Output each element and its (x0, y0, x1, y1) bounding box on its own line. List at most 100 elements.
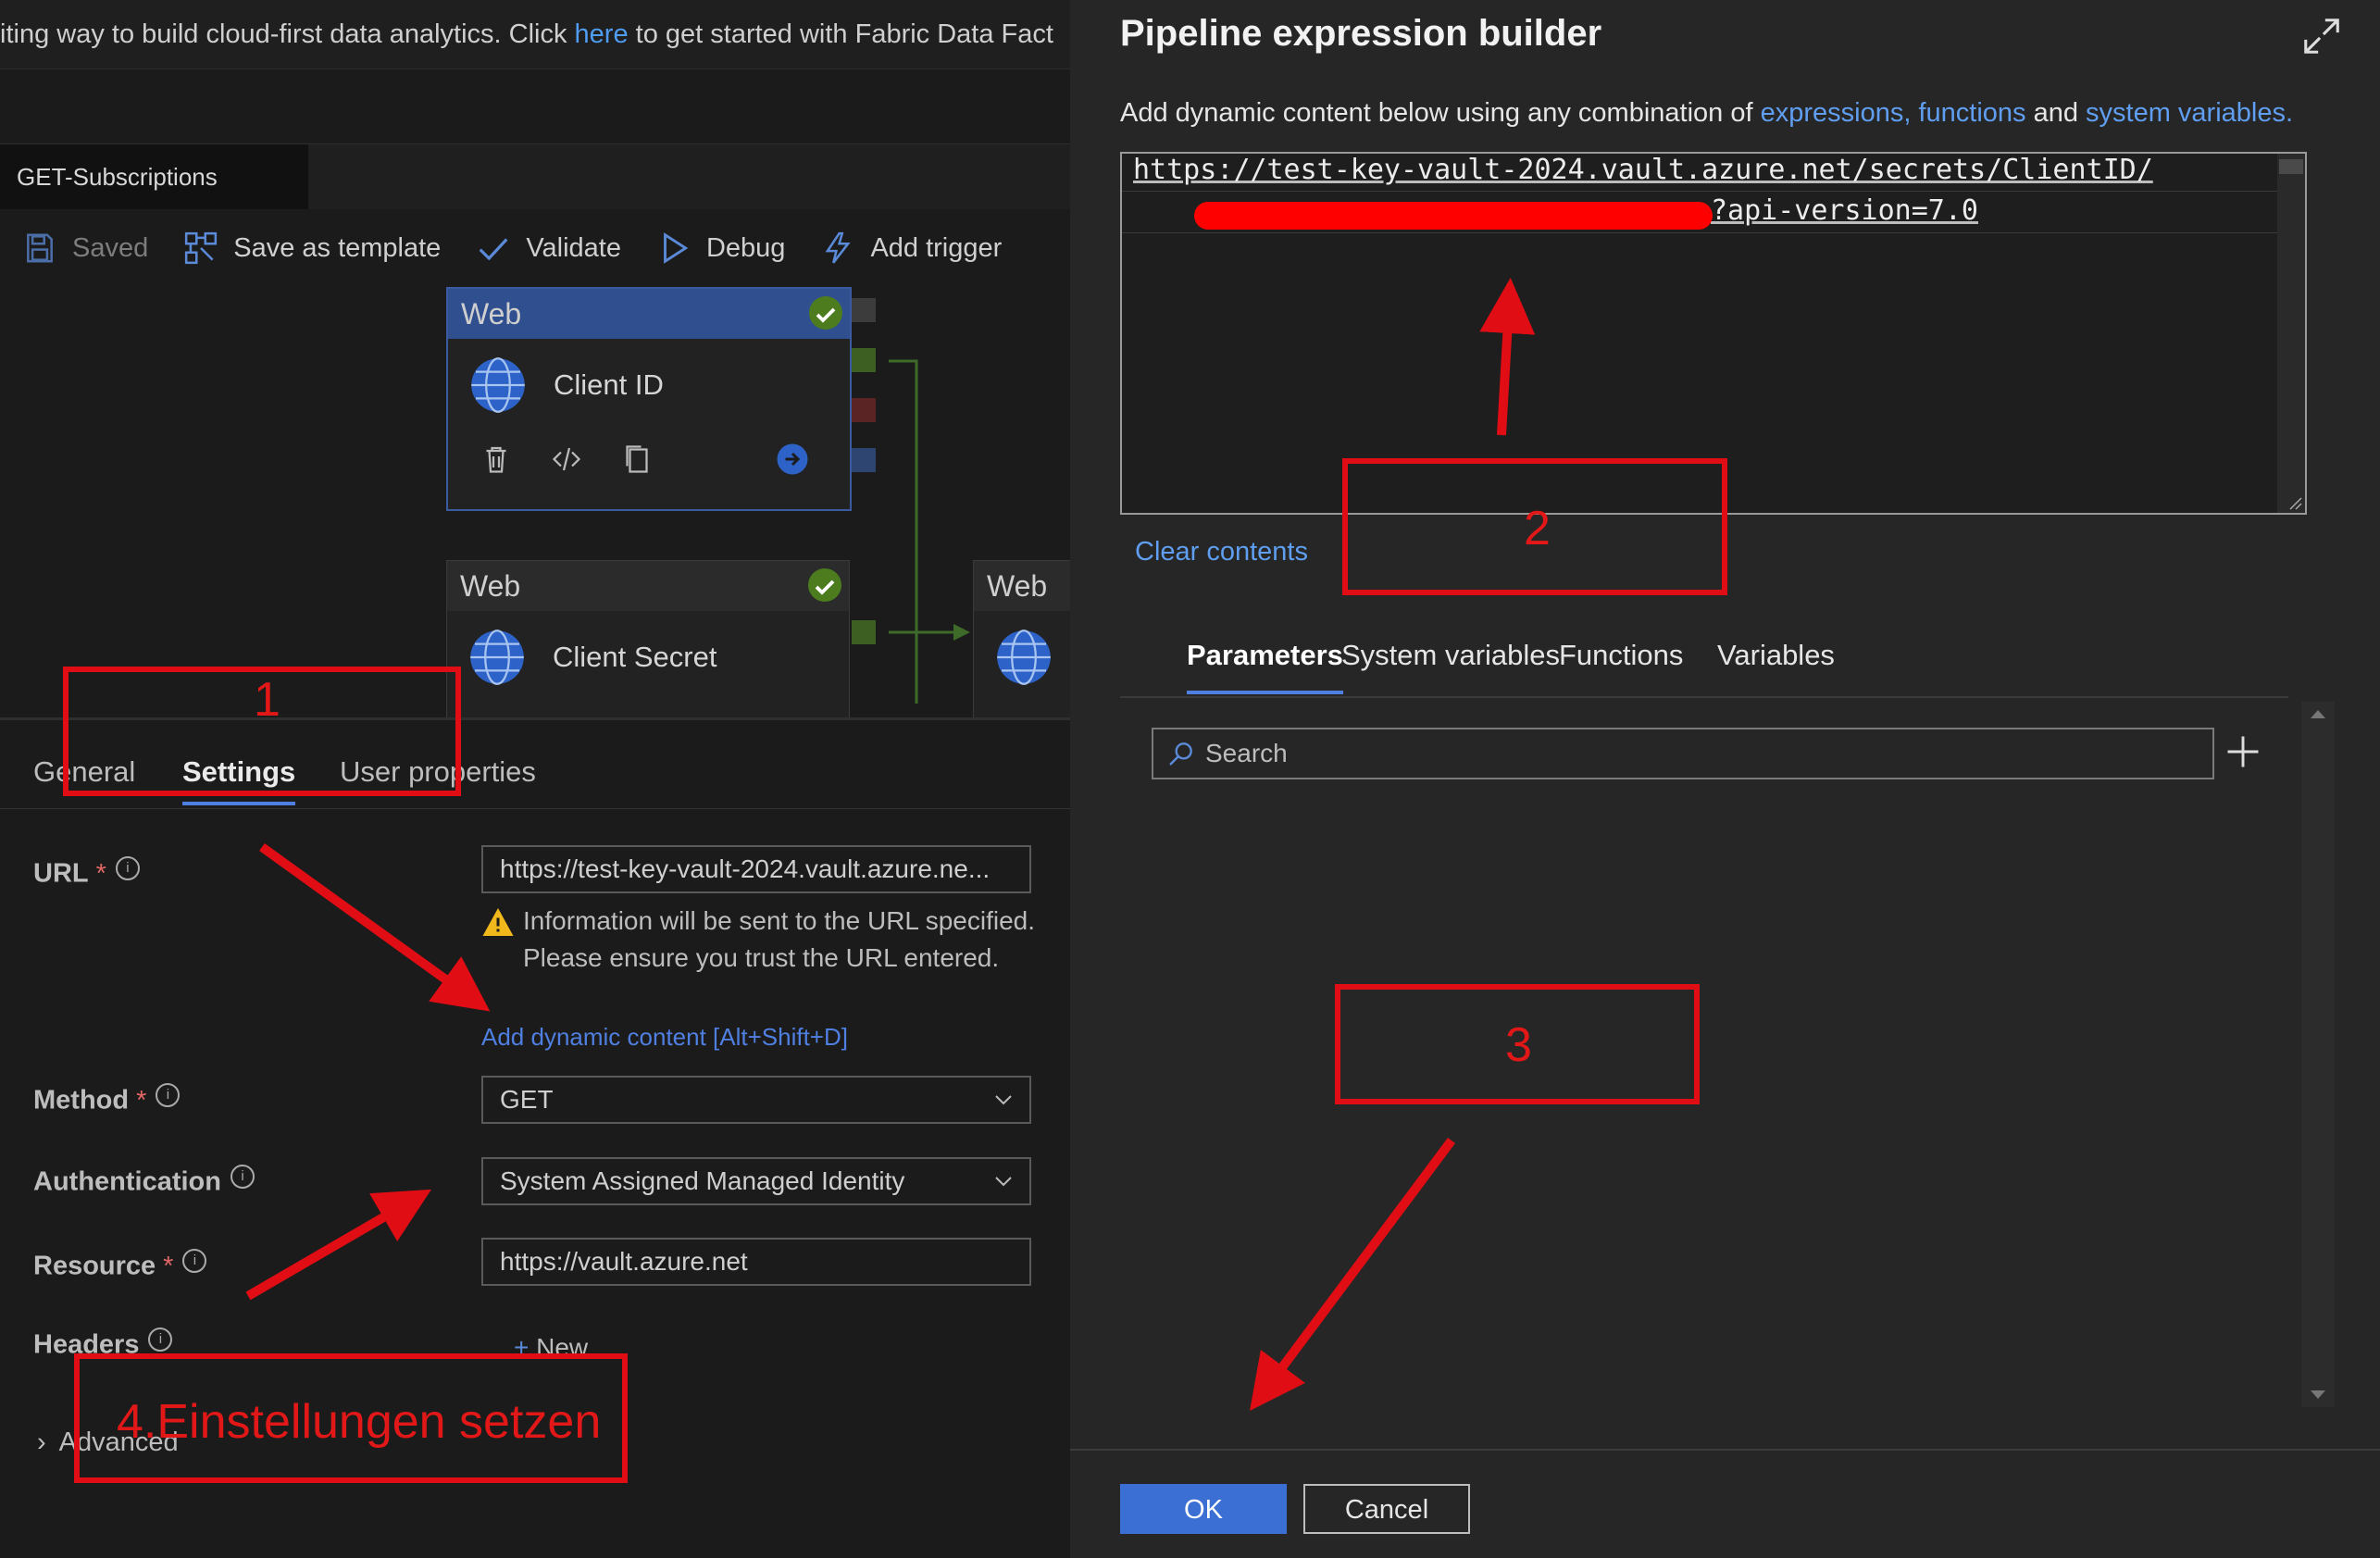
activity-web-3[interactable]: Web (973, 560, 1070, 717)
tab-variables[interactable]: Variables (1717, 639, 1835, 672)
dialog-footer: OK Cancel (1070, 1449, 2380, 1558)
globe-icon (470, 629, 524, 685)
tab-functions[interactable]: Functions (1559, 639, 1683, 672)
reference-tabs: Parameters System variables Functions Va… (1120, 639, 2288, 698)
activity-type-label: Web (447, 561, 849, 611)
editor-scrollbar[interactable] (2277, 154, 2305, 513)
info-icon: i (156, 1083, 181, 1107)
annotation-box-4: 4.Einstellungen setzen (74, 1353, 628, 1483)
info-icon: i (231, 1165, 255, 1189)
scroll-up-icon[interactable] (2309, 707, 2327, 720)
activity-name: Client ID (554, 368, 664, 401)
add-dynamic-content-link[interactable]: Add dynamic content [Alt+Shift+D] (481, 1023, 848, 1052)
expressions-functions-link[interactable]: expressions, functions (1761, 98, 2026, 128)
add-trigger-label: Add trigger (870, 232, 1003, 263)
resize-grip-icon[interactable] (2287, 494, 2303, 511)
validate-label: Validate (526, 232, 621, 263)
tab-strip (308, 144, 1070, 210)
add-trigger-button[interactable]: Add trigger (820, 231, 1002, 266)
template-icon (185, 231, 218, 265)
globe-icon (471, 357, 525, 413)
save-as-template-label: Save as template (233, 232, 442, 263)
list-scrollbar[interactable] (2301, 702, 2335, 1407)
annotation-box-2: 2 (1342, 458, 1727, 595)
pipeline-tab[interactable]: GET-Subscriptions (0, 144, 308, 209)
warning-text: Information will be sent to the URL spec… (523, 906, 1036, 972)
header-bar (0, 69, 1070, 144)
authentication-select[interactable]: System Assigned Managed Identity (481, 1157, 1031, 1205)
method-label: Method * i (33, 1083, 181, 1116)
save-icon (27, 233, 53, 263)
method-select[interactable]: GET (481, 1076, 1031, 1124)
pipeline-canvas[interactable]: Web Client ID Web Client Secret Web (0, 287, 1070, 717)
annotation-label-4: 4.Einstellungen setzen (117, 1395, 602, 1449)
annotation-box-3: 3 (1335, 984, 1700, 1104)
banner-text-after: to get started with Fabric Data Fact (628, 19, 1053, 49)
globe-icon (997, 629, 1051, 685)
tab-system-variables[interactable]: System variables (1341, 639, 1560, 672)
chevron-right-icon: › (37, 1427, 46, 1457)
clear-contents-link[interactable]: Clear contents (1135, 537, 1308, 567)
debug-button[interactable]: Debug (656, 231, 785, 266)
warning-icon (482, 908, 514, 936)
success-port-icon[interactable] (852, 348, 876, 372)
play-icon (664, 232, 689, 264)
info-icon: i (115, 856, 140, 880)
fabric-banner: iting way to build cloud-first data anal… (0, 0, 1070, 69)
saved-button[interactable]: Saved (22, 231, 148, 266)
validate-button[interactable]: Validate (476, 231, 621, 266)
banner-text-before: iting way to build cloud-first data anal… (0, 19, 575, 49)
search-icon (1169, 742, 1192, 766)
skip-port-icon[interactable] (852, 298, 876, 322)
tab-parameters[interactable]: Parameters (1187, 639, 1343, 694)
resource-field[interactable]: https://vault.azure.net (481, 1238, 1031, 1286)
redaction-mark (1194, 202, 1713, 230)
copy-icon[interactable] (620, 442, 654, 476)
search-input[interactable]: Search (1152, 728, 2214, 779)
checkmark-icon (479, 238, 508, 261)
success-check-icon (808, 568, 841, 602)
lightning-icon (825, 231, 852, 264)
success-port-icon[interactable] (852, 620, 876, 644)
annotation-label-1: 1 (254, 673, 280, 727)
activity-client-secret[interactable]: Web Client Secret (446, 560, 850, 717)
success-check-icon (809, 296, 842, 330)
completion-port-icon[interactable] (852, 448, 876, 472)
activity-type-label: Web (974, 561, 1070, 611)
pipeline-toolbar: Saved Save as template Validate Debug Ad… (0, 209, 1070, 287)
debug-label: Debug (705, 232, 786, 263)
activity-name: Client Secret (553, 641, 717, 673)
expression-builder-dialog: Pipeline expression builder Add dynamic … (1070, 0, 2380, 1558)
scroll-down-icon[interactable] (2309, 1389, 2327, 1402)
activity-client-id[interactable]: Web Client ID (446, 287, 852, 511)
failure-port-icon[interactable] (852, 398, 876, 422)
authentication-label: Authentication i (33, 1165, 255, 1198)
info-icon: i (148, 1327, 173, 1352)
url-label: URL * i (33, 856, 140, 890)
dialog-title: Pipeline expression builder (1120, 13, 1602, 54)
expression-line-1: https://test-key-vault-2024.vault.azure.… (1133, 154, 2153, 186)
save-as-template-button[interactable]: Save as template (183, 231, 441, 266)
add-parameter-icon[interactable] (2223, 731, 2263, 772)
annotation-box-1: 1 (63, 667, 461, 796)
annotation-label-3: 3 (1505, 1018, 1532, 1072)
cancel-button[interactable]: Cancel (1303, 1484, 1470, 1534)
arrow-right-circle-icon[interactable] (776, 442, 809, 476)
resource-label: Resource * i (33, 1249, 207, 1282)
expand-icon[interactable] (2300, 15, 2343, 57)
chevron-down-icon (995, 1095, 1012, 1105)
banner-here-link[interactable]: here (575, 19, 629, 49)
annotation-label-2: 2 (1524, 502, 1551, 555)
ok-button[interactable]: OK (1120, 1484, 1287, 1534)
url-field[interactable]: https://test-key-vault-2024.vault.azure.… (481, 845, 1031, 893)
search-placeholder: Search (1205, 739, 1288, 767)
chevron-down-icon (995, 1177, 1012, 1187)
dialog-description: Add dynamic content below using any comb… (1120, 98, 2294, 128)
code-icon[interactable] (550, 442, 583, 476)
info-icon: i (182, 1249, 207, 1273)
saved-label: Saved (72, 232, 149, 263)
system-variables-link[interactable]: system variables. (2086, 98, 2293, 128)
activity-type-label: Web (448, 289, 850, 339)
expression-line-2: ?api-version=7.0 (1711, 194, 1978, 227)
delete-icon[interactable] (480, 442, 513, 476)
